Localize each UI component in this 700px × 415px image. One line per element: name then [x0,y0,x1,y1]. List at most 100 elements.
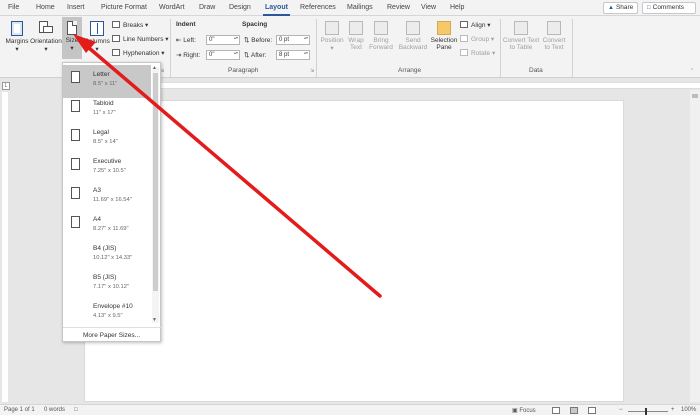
indent-left-input[interactable]: 0" [206,35,240,45]
tab-view[interactable]: View [421,4,436,11]
document-page[interactable] [84,100,624,402]
selection-pane-button[interactable]: Selection Pane [430,19,458,51]
vertical-scrollbar[interactable] [690,90,700,402]
selection-pane-label-2: Pane [436,44,452,51]
tab-insert[interactable]: Insert [67,4,85,11]
share-button[interactable]: ▲ Share [603,2,638,14]
zoom-level[interactable]: 100% [681,407,696,413]
indent-right-icon: ⇥ [176,52,182,59]
tab-layout[interactable]: Layout [263,4,290,16]
tab-wordart[interactable]: WordArt [159,4,185,11]
page-count[interactable]: Page 1 of 1 [4,407,35,413]
spacing-after-label: ⇅ After: [244,52,267,59]
margins-label: Margins [5,38,29,45]
comments-button[interactable]: □ Comments [642,2,696,14]
size-option-name: A3 [93,187,101,194]
size-option-envelope-10[interactable]: Envelope #10 4.13" x 9.5" [63,297,151,330]
size-button[interactable]: Size ▾ [62,19,82,52]
convert-to-table-icon [514,21,528,35]
indent-right-input[interactable]: 0" [206,50,240,60]
collapse-ribbon-icon[interactable]: ⌃ [690,68,694,74]
group-separator [316,19,317,77]
tab-references[interactable]: References [300,4,336,11]
orientation-icon [39,21,53,36]
group-separator [572,19,573,77]
group-button[interactable]: Group ▾ [460,35,494,43]
indent-right-label: ⇥ Right: [176,52,201,59]
tab-home[interactable]: Home [36,4,55,11]
tab-review[interactable]: Review [387,4,410,11]
read-mode-icon[interactable] [552,407,560,414]
tab-picture-format[interactable]: Picture Format [101,4,147,11]
group-separator [500,19,501,77]
size-option-dims: 8.5" x 14" [93,139,118,145]
scroll-down-icon[interactable]: ▼ [152,317,157,323]
convert-to-text-label-2: to Text [544,44,564,51]
zoom-in-icon[interactable]: + [671,407,675,413]
wrap-text-label-1: Wrap [348,37,364,44]
print-layout-icon[interactable] [570,407,578,414]
rotate-button[interactable]: Rotate ▾ [460,49,495,57]
paragraph-launcher-icon[interactable]: ⇲ [310,68,314,74]
send-backward-button[interactable]: Send Backward [396,19,430,51]
size-option-name: Executive [93,158,122,165]
zoom-out-icon[interactable]: − [619,407,623,413]
word-count[interactable]: 0 words [44,407,65,413]
margins-icon [11,21,23,36]
proofing-icon[interactable]: □ [74,407,78,413]
align-label: Align [471,22,486,29]
chevron-down-icon: ▾ [44,46,48,53]
comments-label: Comments [652,4,685,11]
wrap-text-label-2: Text [350,44,362,51]
size-option-dims: 4.13" x 9.5" [93,313,123,319]
spacing-before-input[interactable]: 0 pt [276,35,310,45]
breaks-button[interactable]: Breaks ▾ [112,21,148,29]
size-option-dims: 11" x 17" [93,110,116,116]
align-button[interactable]: Align ▾ [460,21,491,29]
tab-design[interactable]: Design [229,4,251,11]
dropdown-scroll-thumb[interactable] [153,73,158,291]
group-icon [460,35,468,42]
convert-to-table-label-1: Convert Text [502,37,540,44]
position-icon [325,21,339,35]
send-backward-label-2: Backward [398,44,428,51]
hyphenation-button[interactable]: Hyphenation ▾ [112,49,165,57]
focus-button[interactable]: ▣ Focus [512,407,536,414]
indent-left-icon: ⇤ [176,37,182,44]
ribbon-tabs: File Home Insert Picture Format WordArt … [0,0,700,16]
paragraph-group-label: Paragraph [228,67,259,74]
breaks-icon [112,21,120,28]
tab-mailings[interactable]: Mailings [347,4,373,11]
more-paper-sizes-button[interactable]: More Paper Sizes... [63,327,161,342]
tab-selector[interactable]: L [2,82,10,90]
size-option-dims: 10.12" x 14.33" [93,255,133,261]
convert-text-to-table-button[interactable]: Convert Text to Table [502,19,540,51]
wrap-text-button[interactable]: Wrap Text [344,19,368,51]
spacing-after-input[interactable]: 8 pt [276,50,310,60]
web-layout-icon[interactable] [588,407,596,414]
size-icon [67,21,77,35]
horizontal-ruler[interactable] [160,82,700,89]
bring-forward-button[interactable]: Bring Forward [366,19,396,51]
line-numbers-button[interactable]: Line Numbers ▾ [112,35,169,43]
convert-to-table-label-2: to Table [509,44,533,51]
columns-button[interactable]: Columns ▾ [84,19,110,53]
share-icon: ▲ [608,5,614,11]
orientation-button[interactable]: Orientation ▾ [30,19,62,53]
position-button[interactable]: Position ▾ [318,19,346,52]
tab-help[interactable]: Help [450,4,464,11]
selection-pane-label-1: Selection [430,37,458,44]
zoom-slider-thumb[interactable] [645,408,647,415]
zoom-slider[interactable] [628,411,668,412]
indent-left-label: ⇤ Left: [176,37,196,44]
tab-draw[interactable]: Draw [199,4,215,11]
rotate-icon [460,49,468,56]
margins-button[interactable]: Margins ▾ [4,19,30,53]
paper-icon [71,100,80,112]
vertical-ruler[interactable] [2,92,8,402]
scroll-up-icon[interactable]: ▲ [152,65,157,71]
spacing-before-icon: ⇅ [244,37,250,44]
convert-to-text-button[interactable]: Convert to Text [540,19,568,51]
paper-icon [71,216,80,228]
tab-file[interactable]: File [8,4,19,11]
